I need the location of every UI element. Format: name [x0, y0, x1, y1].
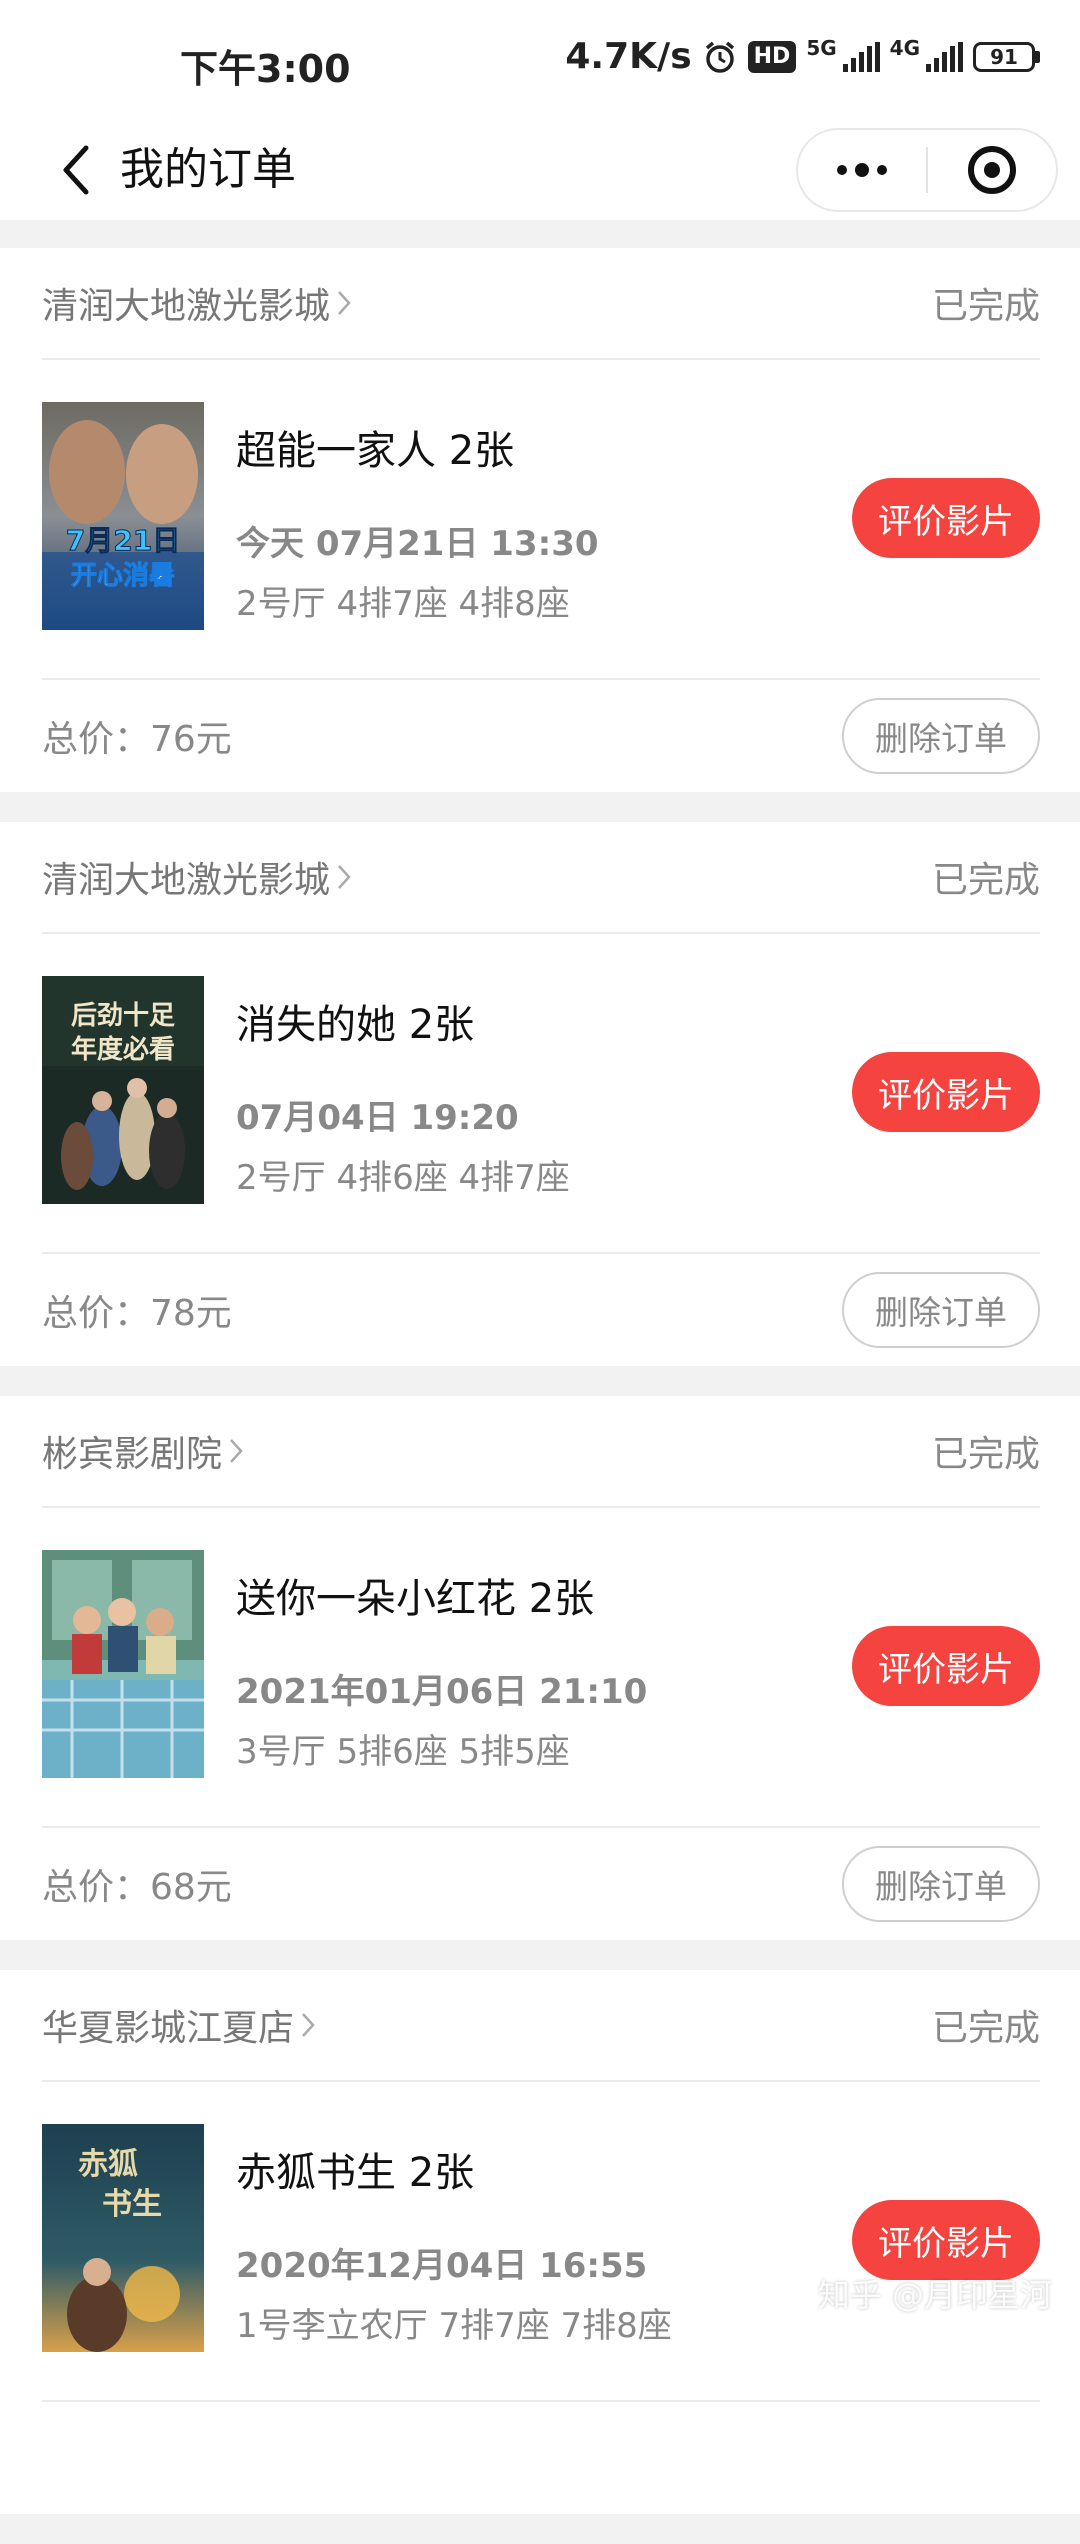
chevron-right-icon — [336, 862, 352, 892]
rate-movie-button[interactable]: 评价影片 — [852, 478, 1040, 558]
order-card: 清润大地激光影城 已完成 后劲十足 年度必看 消失的她 2张 07月04日 19… — [0, 822, 1080, 1366]
movie-title: 消失的她 2张 — [236, 1002, 475, 1048]
order-status: 已完成 — [931, 286, 1040, 327]
delete-order-button[interactable]: 删除订单 — [842, 698, 1040, 774]
signal-4g-icon — [926, 41, 963, 72]
close-mini-program-button[interactable] — [928, 128, 1056, 212]
order-card-footer: 总价：76元 删除订单 — [42, 680, 1040, 792]
delete-order-button[interactable]: 删除订单 — [842, 1272, 1040, 1348]
svg-text:赤狐: 赤狐 — [78, 2147, 138, 2182]
order-status: 已完成 — [931, 860, 1040, 901]
cinema-name: 彬宾影剧院 — [42, 1434, 223, 1475]
order-card-body[interactable]: 赤狐 书生 赤狐书生 2张 2020年12月04日 16:55 1号李立农厅 7… — [42, 2082, 1040, 2402]
rate-movie-button[interactable]: 评价影片 — [852, 2200, 1040, 2280]
svg-text:书生: 书生 — [102, 2187, 162, 2222]
total-price: 总价：68元 — [42, 1867, 232, 1908]
chevron-right-icon — [300, 2010, 316, 2040]
order-list: 清润大地激光影城 已完成 7月21日 开心消暑 超能一家人 2张 今天 07月2… — [0, 248, 1080, 2544]
status-bar: 下午3:00 4.7K/s HD 5G 4G 91 — [0, 0, 1080, 120]
mini-program-capsule — [796, 128, 1058, 212]
movie-poster: 后劲十足 年度必看 — [42, 976, 204, 1204]
order-card-header: 华夏影城江夏店 已完成 — [42, 1970, 1040, 2082]
chevron-right-icon — [336, 288, 352, 318]
network-4g-label: 4G — [889, 36, 920, 60]
order-card-footer: 总价：78元 删除订单 — [42, 1254, 1040, 1366]
signal-5g-icon — [842, 41, 880, 72]
order-card: 华夏影城江夏店 已完成 赤狐 书生 赤狐书生 2张 2020年12月04日 16… — [0, 1970, 1080, 2514]
order-card-footer: 总价：68元 删除订单 — [42, 1828, 1040, 1940]
order-card-header: 清润大地激光影城 已完成 — [42, 248, 1040, 360]
hd-badge: HD — [747, 40, 797, 73]
order-card-body[interactable]: 后劲十足 年度必看 消失的她 2张 07月04日 19:20 2号厅 4排6座 … — [42, 934, 1040, 1254]
alarm-icon — [702, 39, 738, 75]
movie-poster: 赤狐 书生 — [42, 2124, 204, 2352]
chevron-right-icon — [228, 1436, 244, 1466]
show-time: 07月04日 19:20 — [236, 1098, 519, 1138]
show-time: 2021年01月06日 21:10 — [236, 1672, 648, 1712]
svg-text:7月21日: 7月21日 — [66, 524, 180, 557]
watermark: 知乎 @月印星河 — [817, 2276, 1052, 2314]
more-dots-icon — [837, 163, 887, 177]
order-status: 已完成 — [931, 1434, 1040, 1475]
back-arrow-icon — [63, 145, 89, 195]
movie-poster — [42, 1550, 204, 1778]
order-card-body[interactable]: 7月21日 开心消暑 超能一家人 2张 今天 07月21日 13:30 2号厅 … — [42, 360, 1040, 680]
order-card-header: 彬宾影剧院 已完成 — [42, 1396, 1040, 1508]
target-icon — [967, 146, 1016, 194]
delete-order-button[interactable]: 删除订单 — [842, 1846, 1040, 1922]
movie-title: 超能一家人 2张 — [236, 428, 515, 474]
total-price: 总价：78元 — [42, 1293, 232, 1334]
seat-info: 3号厅 5排6座 5排5座 — [236, 1732, 570, 1772]
svg-text:开心消暑: 开心消暑 — [71, 561, 175, 591]
rate-movie-button[interactable]: 评价影片 — [852, 1626, 1040, 1706]
rate-movie-button[interactable]: 评价影片 — [852, 1052, 1040, 1132]
more-button[interactable] — [798, 128, 926, 212]
svg-text:年度必看: 年度必看 — [71, 1034, 175, 1065]
show-time: 2020年12月04日 16:55 — [236, 2246, 648, 2286]
svg-text:后劲十足: 后劲十足 — [71, 1001, 175, 1031]
order-card-header: 清润大地激光影城 已完成 — [42, 822, 1040, 934]
seat-info: 2号厅 4排6座 4排7座 — [236, 1158, 570, 1198]
order-card: 彬宾影剧院 已完成 送你一朵小红花 2张 2021年01月06日 21:10 3… — [0, 1396, 1080, 1940]
cinema-link[interactable]: 华夏影城江夏店 — [42, 1999, 316, 2051]
status-right: 4.7K/s HD 5G 4G 91 — [565, 36, 1040, 77]
movie-title: 赤狐书生 2张 — [236, 2150, 475, 2196]
back-button[interactable] — [36, 130, 116, 210]
order-card: 清润大地激光影城 已完成 7月21日 开心消暑 超能一家人 2张 今天 07月2… — [0, 248, 1080, 792]
show-time: 今天 07月21日 13:30 — [236, 524, 599, 564]
page-title: 我的订单 — [120, 144, 296, 195]
cinema-name: 华夏影城江夏店 — [42, 2008, 295, 2049]
network-speed: 4.7K/s — [565, 36, 692, 77]
cinema-name: 清润大地激光影城 — [42, 860, 331, 901]
cinema-name: 清润大地激光影城 — [42, 286, 331, 327]
order-status: 已完成 — [931, 2008, 1040, 2049]
movie-title: 送你一朵小红花 2张 — [236, 1576, 595, 1622]
nav-bar: 我的订单 — [0, 120, 1080, 220]
movie-poster: 7月21日 开心消暑 — [42, 402, 204, 630]
cinema-link[interactable]: 清润大地激光影城 — [42, 851, 352, 903]
seat-info: 2号厅 4排7座 4排8座 — [236, 584, 570, 624]
status-time: 下午3:00 — [180, 47, 351, 91]
network-5g-label: 5G — [806, 36, 837, 60]
cinema-link[interactable]: 清润大地激光影城 — [42, 277, 352, 329]
order-card-body[interactable]: 送你一朵小红花 2张 2021年01月06日 21:10 3号厅 5排6座 5排… — [42, 1508, 1040, 1828]
battery-icon: 91 — [973, 41, 1040, 72]
battery-level: 91 — [973, 41, 1035, 72]
cinema-link[interactable]: 彬宾影剧院 — [42, 1425, 244, 1477]
total-price: 总价：76元 — [42, 719, 232, 760]
